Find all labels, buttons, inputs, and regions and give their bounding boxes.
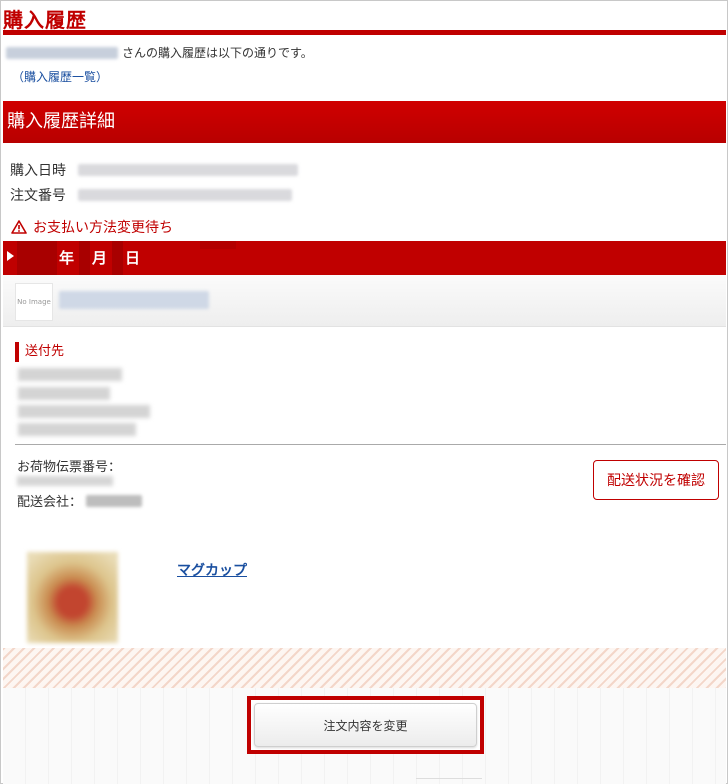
order-number-row: 注文番号 xyxy=(10,185,292,205)
status-warning: お支払い方法変更待ち xyxy=(11,217,173,237)
redacted-purchase-date xyxy=(78,164,298,176)
status-warning-text: お支払い方法変更待ち xyxy=(33,220,173,236)
triangle-bullet-icon xyxy=(7,251,14,261)
redacted-day xyxy=(112,241,123,275)
order-number-label: 注文番号 xyxy=(10,188,66,204)
redacted-address-line xyxy=(18,423,136,436)
redacted-address-line xyxy=(18,405,150,418)
redacted-order-number xyxy=(78,189,292,201)
product-name-link[interactable]: マグカップ xyxy=(177,560,247,580)
intro-text: さんの購入履歴は以下の通りです。 xyxy=(122,46,313,60)
tracking-label: お荷物伝票番号： xyxy=(17,460,122,475)
redacted-username xyxy=(6,46,118,59)
section-header: 購入履歴詳細 xyxy=(3,101,726,143)
delivery-status-button[interactable]: 配送状況を確認 xyxy=(593,460,719,500)
address-label: 送付先 xyxy=(15,342,64,362)
hatched-separator xyxy=(3,648,726,688)
carrier-row: 配送会社： xyxy=(17,491,143,510)
intro-line: さんの購入履歴は以下の通りです。 xyxy=(6,44,313,61)
shop-strip[interactable]: No Image xyxy=(3,275,726,327)
redacted-tracking-number xyxy=(17,476,113,486)
redacted-carrier xyxy=(86,494,143,507)
shop-thumbnail: No Image xyxy=(15,283,53,321)
redacted-address-line xyxy=(18,368,122,381)
footer-stub xyxy=(416,778,482,784)
shipment-date-bar: 年 月 日 xyxy=(3,241,726,275)
redacted-month xyxy=(79,241,90,275)
carrier-label: 配送会社： xyxy=(17,495,83,510)
date-day-suffix: 日 xyxy=(125,249,141,267)
product-image[interactable] xyxy=(27,552,118,643)
redacted-shop-name xyxy=(59,291,209,309)
redacted-extra xyxy=(200,241,236,249)
change-order-button[interactable]: 注文内容を変更 xyxy=(254,703,477,747)
history-list-link[interactable]: （購入履歴一覧） xyxy=(12,68,108,85)
date-month-suffix: 月 xyxy=(92,249,108,267)
warning-icon xyxy=(11,220,27,234)
page-title: 購入履歴 xyxy=(3,8,87,32)
divider xyxy=(15,444,726,445)
date-year-suffix: 年 xyxy=(59,249,75,267)
title-rule xyxy=(3,30,726,35)
redacted-year xyxy=(17,241,57,275)
purchase-date-row: 購入日時 xyxy=(10,160,298,180)
purchase-date-label: 購入日時 xyxy=(10,163,66,179)
redacted-address-line xyxy=(18,387,110,400)
